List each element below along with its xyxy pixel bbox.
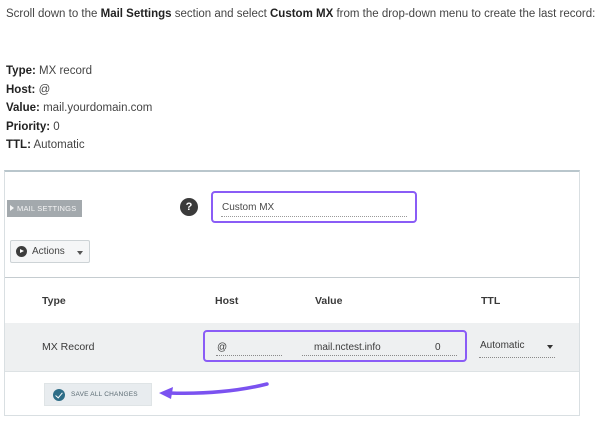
instruction-part: section and select: [171, 8, 270, 20]
mail-settings-dropdown[interactable]: Custom MX: [211, 191, 417, 223]
detail-value: Automatic: [33, 139, 85, 151]
detail-label: Type:: [6, 65, 36, 77]
column-header-value: Value: [315, 295, 343, 307]
instruction-text: Scroll down to the Mail Settings section…: [6, 6, 606, 23]
check-circle-icon: [53, 389, 65, 401]
host-value-highlight: @ mail.nctest.info 0: [203, 330, 467, 362]
detail-value: 0: [53, 120, 60, 133]
save-all-changes-button[interactable]: SAVE ALL CHANGES: [44, 383, 152, 406]
detail-value: Value: mail.yourdomain.com: [6, 99, 152, 118]
detail-value: mail.yourdomain.com: [43, 102, 153, 114]
instruction-part: Scroll down to the: [6, 8, 101, 20]
dropdown-underline: [221, 216, 407, 217]
column-header-host: Host: [215, 295, 239, 307]
detail-priority: Priority: 0: [6, 118, 152, 137]
table-row: MX Record @ mail.nctest.info 0 Automatic: [5, 323, 579, 372]
mail-settings-section-tag: MAIL SETTINGS: [7, 200, 83, 217]
detail-label: Host:: [6, 83, 36, 96]
actions-label: Actions: [32, 246, 65, 257]
save-all-changes-label: SAVE ALL CHANGES: [71, 391, 138, 398]
column-header-type: Type: [42, 295, 66, 307]
records-table-header: Type Host Value TTL: [5, 277, 579, 324]
instruction-emphasis-custom-mx: Custom MX: [270, 8, 334, 20]
record-type-cell: MX Record: [42, 341, 95, 353]
priority-input[interactable]: 0: [435, 342, 441, 353]
detail-label: Value:: [6, 102, 40, 114]
detail-label: TTL:: [6, 139, 31, 151]
host-input-underline: [216, 355, 282, 356]
question-circle-icon[interactable]: ?: [180, 198, 198, 216]
host-input[interactable]: @: [217, 342, 227, 353]
instruction-emphasis-mail-settings: Mail Settings: [100, 8, 172, 20]
arrow-left-icon: [159, 382, 269, 399]
actions-button[interactable]: Actions: [10, 240, 90, 263]
detail-host: Host: @: [6, 81, 152, 100]
value-input-underline: [302, 355, 457, 356]
instruction-part: from the drop-down menu to create the la…: [333, 8, 596, 20]
detail-label: Priority:: [6, 120, 51, 133]
detail-value: MX record: [39, 65, 93, 77]
caret-down-icon: [547, 345, 553, 349]
column-header-ttl: TTL: [481, 295, 501, 307]
ttl-selected-value: Automatic: [480, 340, 525, 351]
mail-settings-panel: MAIL SETTINGS ? Custom MX Actions Type H…: [4, 170, 580, 416]
play-circle-icon: [16, 246, 27, 257]
detail-value: @: [38, 83, 51, 96]
detail-ttl: TTL: Automatic: [6, 136, 152, 155]
ttl-select[interactable]: Automatic: [479, 339, 555, 358]
value-input[interactable]: mail.nctest.info: [314, 342, 381, 353]
caret-down-icon: [77, 251, 83, 255]
detail-type: Type: MX record: [6, 62, 152, 81]
record-details: Type: MX record Host: @ Value: mail.your…: [6, 62, 152, 155]
mail-settings-selected-value: Custom MX: [222, 202, 275, 213]
